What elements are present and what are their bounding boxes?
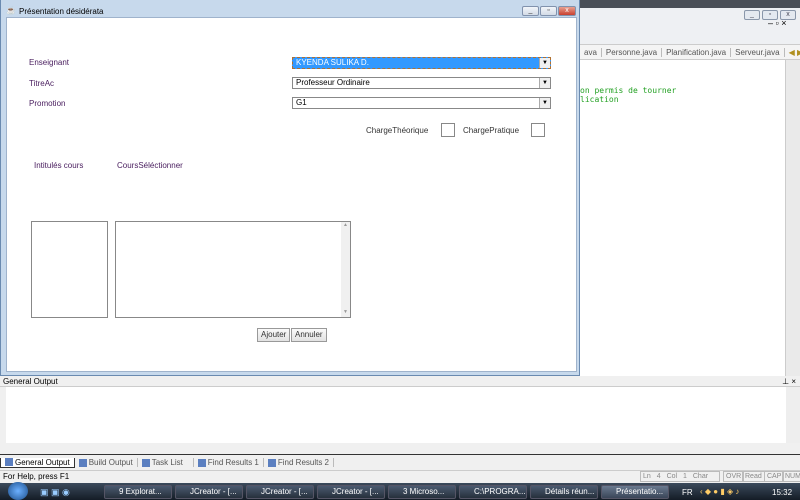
tab-label: General Output: [15, 457, 70, 467]
charge-pratique-label: ChargePratique: [463, 126, 520, 135]
quick-launch-icons[interactable]: ▣ ▣ ◉: [40, 487, 70, 498]
find-icon: [267, 458, 276, 467]
tab-find-results-1[interactable]: Find Results 1: [194, 458, 264, 467]
charge-pratique-field[interactable]: [531, 123, 545, 137]
intitules-cours-label: Intitulés cours: [34, 161, 84, 170]
dialog-content: [6, 17, 577, 372]
tab-build-output[interactable]: Build Output: [75, 458, 138, 467]
cours-selectionner-list[interactable]: ▲ ▼: [115, 221, 351, 318]
status-col: Col 1: [666, 473, 687, 480]
tab-serveur[interactable]: Serveur.java: [731, 47, 785, 57]
code-editor[interactable]: on permis de tourner lication: [580, 60, 785, 378]
status-num: NUM: [782, 471, 800, 482]
enseignant-label: Enseignant: [29, 58, 70, 67]
status-text: For Help, press F1: [3, 472, 70, 481]
chevron-down-icon[interactable]: ▼: [539, 98, 550, 108]
tab-planification[interactable]: Planification.java: [662, 47, 732, 57]
output-body[interactable]: [6, 387, 786, 443]
status-ovr: OVR: [723, 471, 745, 482]
java-icon: ☕: [6, 6, 16, 15]
annuler-button[interactable]: Annuler: [291, 328, 327, 342]
status-position: Ln 4 Col 1 Char 1: [640, 471, 720, 490]
code-line: lication: [580, 95, 619, 104]
titreac-value: Professeur Ordinaire: [296, 78, 370, 87]
promotion-combo[interactable]: G1 ▼: [292, 97, 551, 109]
list-scrollbar[interactable]: ▲ ▼: [341, 222, 350, 317]
output-title: General Output: [3, 377, 58, 386]
output-icon: [5, 458, 13, 466]
output-scrollbar[interactable]: [786, 387, 800, 443]
find-icon: [197, 458, 206, 467]
intitules-cours-list[interactable]: [31, 221, 108, 318]
tab-label: Task List: [151, 458, 183, 467]
taskbar-item-jcreator-2[interactable]: JCreator - [...: [246, 485, 314, 499]
tab-label: Find Results 1: [207, 458, 259, 467]
output-tabs: General Output Build Output Task List Fi…: [0, 454, 800, 470]
taskbar-item-details[interactable]: Détails réun...: [530, 485, 598, 499]
code-line: on permis de tourner: [580, 86, 677, 95]
tab-general-output[interactable]: General Output: [0, 457, 75, 468]
enseignant-combo[interactable]: KYENDA SULIKA D. ▼: [292, 57, 551, 69]
tab-file[interactable]: ava: [580, 47, 602, 57]
ajouter-button[interactable]: Ajouter: [257, 328, 291, 342]
editor-tabs: ava Personne.java Planification.java Ser…: [580, 44, 800, 60]
taskbar-item-cmd[interactable]: C:\PROGRA...: [459, 485, 527, 499]
titreac-label: TitreAc: [29, 79, 55, 88]
taskbar-item-word[interactable]: 3 Microso...: [388, 485, 456, 499]
taskbar-item-presentation[interactable]: Présentatio...: [601, 485, 669, 499]
maximize-button[interactable]: ▫: [540, 6, 557, 16]
output-panel-header: General Output ⊥ ×: [0, 376, 800, 387]
editor-scrollbar[interactable]: [785, 60, 800, 378]
status-ln: Ln 4: [643, 473, 661, 480]
taskbar-item-jcreator-3[interactable]: JCreator - [...: [317, 485, 385, 499]
chevron-down-icon[interactable]: ▼: [539, 78, 550, 88]
titreac-combo[interactable]: Professeur Ordinaire ▼: [292, 77, 551, 89]
taskbar-item-explorer[interactable]: 9 Explorat...: [104, 485, 172, 499]
status-read: Read: [742, 471, 765, 482]
charge-theorique-label: ChargeThéorique: [366, 126, 429, 135]
cours-selectionner-label: CoursSéléctionner: [117, 161, 183, 170]
ide-minimize-button[interactable]: _: [744, 10, 760, 20]
clock[interactable]: 15:32: [772, 488, 792, 497]
start-button[interactable]: [8, 482, 28, 500]
build-icon: [78, 458, 87, 467]
tab-nav-icons[interactable]: ◀ ▶ ×: [785, 48, 800, 57]
promotion-value: G1: [296, 98, 307, 107]
tab-label: Build Output: [88, 458, 133, 467]
chevron-down-icon[interactable]: ▼: [539, 58, 550, 68]
tab-label: Find Results 2: [277, 458, 330, 467]
taskbar-item-jcreator-1[interactable]: JCreator - [...: [175, 485, 243, 499]
tab-task-list[interactable]: Task List: [138, 458, 194, 467]
tab-find-results-2[interactable]: Find Results 2: [264, 458, 335, 467]
enseignant-value: KYENDA SULIKA D.: [296, 58, 369, 67]
ide-doc-controls[interactable]: – ▫ ×: [768, 18, 786, 28]
charge-theorique-field[interactable]: [441, 123, 455, 137]
promotion-label: Promotion: [29, 99, 66, 108]
dialog-title: Présentation désidérata: [19, 7, 104, 16]
minimize-button[interactable]: _: [522, 6, 539, 16]
tab-personne[interactable]: Personne.java: [602, 47, 663, 57]
close-button[interactable]: x: [558, 6, 576, 16]
task-icon: [141, 458, 150, 467]
language-indicator[interactable]: FR: [682, 488, 693, 497]
tray-icons[interactable]: ‹ ◆ ● ▮ ◈ ♪: [700, 487, 739, 496]
presentation-dialog: ☕ Présentation désidérata _ ▫ x Enseigna…: [0, 0, 580, 376]
pin-close-icons[interactable]: ⊥ ×: [782, 376, 796, 387]
